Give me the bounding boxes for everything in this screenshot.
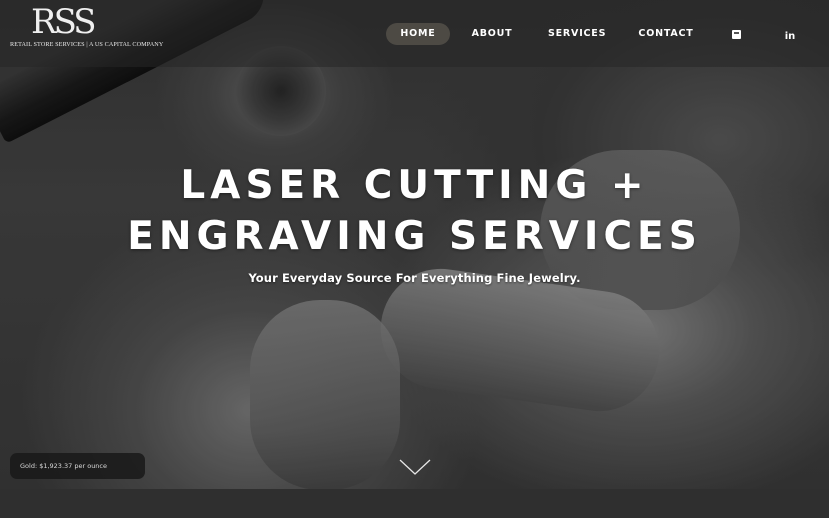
- linkedin-icon-glyph: in: [784, 31, 796, 42]
- nav-item-home[interactable]: HOME: [386, 23, 450, 45]
- below-fold-section: [0, 489, 829, 518]
- site-logo[interactable]: RSS RETAIL STORE SERVICES | A US CAPITAL…: [9, 2, 163, 48]
- hero-title-line-1: LASER CUTTING +: [180, 163, 649, 208]
- nav-item-contact[interactable]: CONTACT: [638, 23, 694, 45]
- contact-card-icon-glyph: [731, 30, 741, 39]
- linkedin-icon[interactable]: in: [782, 23, 798, 45]
- hero-title-line-2: ENGRAVING SERVICES: [127, 214, 702, 259]
- nav-item-services[interactable]: SERVICES: [548, 23, 605, 45]
- chevron-down-icon: [399, 459, 431, 475]
- nav-item-about[interactable]: ABOUT: [470, 23, 514, 45]
- hero-subtitle: Your Everyday Source For Everything Fine…: [248, 271, 581, 285]
- site-header: RSS RETAIL STORE SERVICES | A US CAPITAL…: [0, 0, 829, 67]
- gold-price-notice[interactable]: Gold: $1,923.37 per ounce: [10, 453, 145, 479]
- contact-card-icon[interactable]: [728, 23, 744, 45]
- logo-mark: RSS: [31, 2, 97, 42]
- scroll-down-chevron-icon[interactable]: [399, 455, 431, 477]
- hero-title: LASER CUTTING + ENGRAVING SERVICES: [0, 160, 829, 262]
- page: RSS RETAIL STORE SERVICES | A US CAPITAL…: [0, 0, 829, 518]
- logo-tagline: RETAIL STORE SERVICES | A US CAPITAL COM…: [10, 41, 164, 48]
